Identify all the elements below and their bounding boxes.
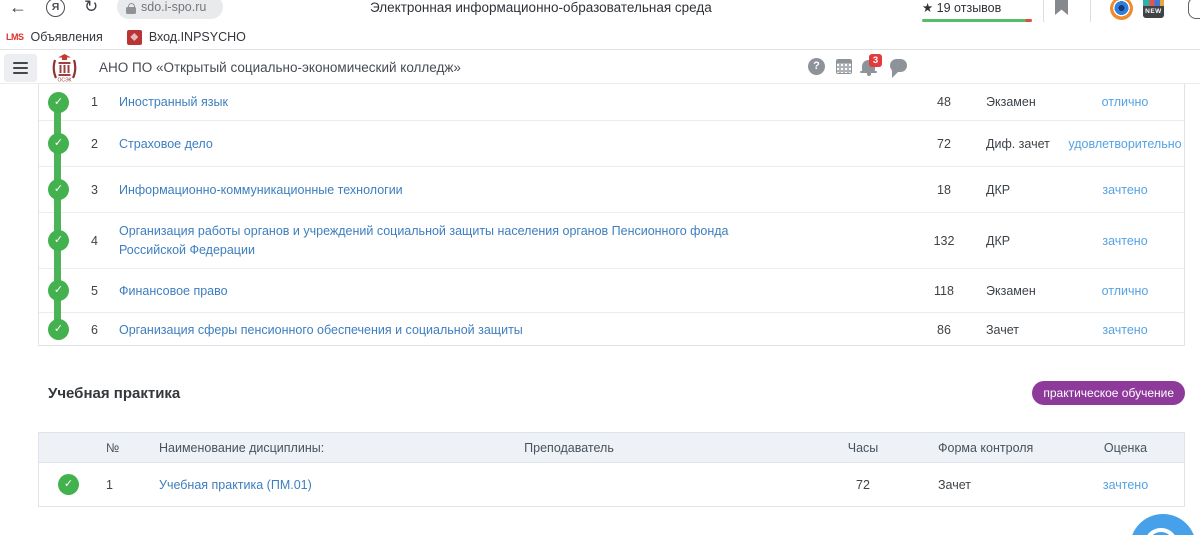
college-name: АНО ПО «Открытый социально-экономический… bbox=[99, 60, 461, 75]
toolbar-divider bbox=[1090, 0, 1091, 22]
bookmark-item-announcements[interactable]: LMS Объявления bbox=[6, 30, 103, 44]
practice-type-badge: практическое обучение bbox=[1032, 381, 1185, 405]
table-row: ✓ 6 Организация сферы пенсионного обеспе… bbox=[39, 312, 1184, 346]
completed-check-icon: ✓ bbox=[48, 179, 69, 200]
hours-value: 48 bbox=[909, 95, 979, 109]
discipline-link[interactable]: Организация сферы пенсионного обеспечени… bbox=[119, 323, 523, 337]
completed-check-icon: ✓ bbox=[48, 92, 69, 113]
hours-value: 86 bbox=[909, 323, 979, 337]
lock-icon bbox=[126, 3, 136, 14]
row-number: 6 bbox=[91, 323, 119, 337]
address-bar[interactable]: sdo.i-spo.ru bbox=[117, 0, 223, 19]
hours-value: 18 bbox=[909, 183, 979, 197]
reviews-rating-bar bbox=[922, 19, 1032, 22]
discipline-link[interactable]: Учебная практика (ПМ.01) bbox=[159, 478, 312, 492]
bookmark-label: Объявления bbox=[31, 30, 103, 44]
grade-link[interactable]: удовлетворительно bbox=[1068, 137, 1181, 151]
discipline-link[interactable]: Иностранный язык bbox=[119, 95, 228, 109]
completed-check-icon: ✓ bbox=[48, 230, 69, 251]
control-form: Диф. зачет bbox=[979, 137, 1064, 151]
control-form: Зачет bbox=[979, 323, 1064, 337]
discipline-link[interactable]: Организация работы органов и учреждений … bbox=[119, 222, 739, 258]
hand-icon[interactable] bbox=[1188, 0, 1200, 19]
header-discipline: Наименование дисциплины: bbox=[159, 441, 339, 455]
grade-link[interactable]: зачтено bbox=[1102, 323, 1147, 337]
grade-link[interactable]: зачтено bbox=[1102, 234, 1147, 248]
browser-toolbar: ← Я ↻ sdo.i-spo.ru Электронная информаци… bbox=[0, 0, 1200, 25]
reviews-label: ★ 19 отзывов bbox=[922, 0, 1032, 15]
inpsycho-favicon bbox=[127, 30, 142, 45]
site-header: ОСЭК АНО ПО «Открытый социально-экономич… bbox=[0, 50, 1200, 84]
calendar-icon[interactable] bbox=[836, 59, 852, 74]
grades-table: ✓ 1 Иностранный язык 48 Экзамен отлично … bbox=[38, 84, 1185, 346]
lms-favicon: LMS bbox=[6, 32, 24, 42]
completed-check-icon: ✓ bbox=[48, 133, 69, 154]
hours-value: 132 bbox=[909, 234, 979, 248]
header-grade: Оценка bbox=[1065, 441, 1186, 455]
grade-link[interactable]: отлично bbox=[1102, 95, 1149, 109]
control-form: Экзамен bbox=[979, 284, 1064, 298]
chat-bubble-icon bbox=[1144, 528, 1178, 535]
discipline-link[interactable]: Финансовое право bbox=[119, 284, 228, 298]
row-number: 1 bbox=[91, 95, 119, 109]
row-number: 4 bbox=[91, 234, 119, 248]
url-text: sdo.i-spo.ru bbox=[141, 0, 206, 14]
control-form: ДКР bbox=[979, 234, 1064, 248]
messages-icon[interactable] bbox=[890, 59, 907, 72]
table-row: ✓ 5 Финансовое право 118 Экзамен отлично bbox=[39, 268, 1184, 312]
screen: ← Я ↻ sdo.i-spo.ru Электронная информаци… bbox=[0, 0, 1200, 535]
extension-icon[interactable] bbox=[1110, 0, 1133, 20]
notifications-bell-icon[interactable]: 3 bbox=[860, 58, 884, 76]
completed-check-icon: ✓ bbox=[48, 319, 69, 340]
svg-text:ОСЭК: ОСЭК bbox=[58, 78, 72, 84]
header-num: № bbox=[99, 441, 159, 455]
row-number: 3 bbox=[91, 183, 119, 197]
menu-button[interactable] bbox=[4, 54, 37, 82]
completed-check-icon: ✓ bbox=[58, 474, 79, 495]
bookmarks-bar: LMS Объявления Вход.INPSYCHO bbox=[0, 25, 1200, 50]
control-form: Экзамен bbox=[979, 95, 1064, 109]
support-chat-button[interactable] bbox=[1130, 514, 1196, 535]
table-row: ✓ 2 Страховое дело 72 Диф. зачет удовлет… bbox=[39, 120, 1184, 166]
hours-value: 72 bbox=[799, 478, 927, 492]
control-form: Зачет bbox=[927, 478, 1065, 492]
hours-value: 118 bbox=[909, 284, 979, 298]
bookmark-icon[interactable] bbox=[1055, 0, 1068, 15]
grade-link[interactable]: зачтено bbox=[1102, 183, 1147, 197]
new-badge: NEW bbox=[1143, 6, 1164, 18]
table-row: ✓ 1 Учебная практика (ПМ.01) 72 Зачет за… bbox=[39, 463, 1184, 506]
site-reviews-button[interactable]: ★ 19 отзывов bbox=[922, 0, 1032, 22]
toolbar-divider bbox=[1043, 0, 1044, 22]
tab-title: Электронная информационно-образовательна… bbox=[370, 0, 712, 15]
notifications-count-badge: 3 bbox=[869, 54, 882, 67]
practice-table: № Наименование дисциплины: Преподаватель… bbox=[38, 432, 1185, 507]
discipline-link[interactable]: Страховое дело bbox=[119, 137, 213, 151]
section-title: Учебная практика bbox=[48, 385, 180, 402]
header-control-form: Форма контроля bbox=[927, 441, 1065, 455]
practice-section-header: Учебная практика практическое обучение bbox=[38, 378, 1185, 408]
table-header-row: № Наименование дисциплины: Преподаватель… bbox=[39, 433, 1184, 463]
college-logo: ОСЭК bbox=[51, 53, 78, 88]
header-hours: Часы bbox=[799, 441, 927, 455]
row-number: 2 bbox=[91, 137, 119, 151]
control-form: ДКР bbox=[979, 183, 1064, 197]
header-teacher: Преподаватель bbox=[339, 441, 799, 455]
refresh-icon[interactable]: ↻ bbox=[84, 0, 98, 17]
hours-value: 72 bbox=[909, 137, 979, 151]
row-number: 1 bbox=[99, 478, 159, 492]
grade-link[interactable]: зачтено bbox=[1103, 478, 1148, 492]
table-row: ✓ 1 Иностранный язык 48 Экзамен отлично bbox=[39, 84, 1184, 120]
discipline-link[interactable]: Информационно-коммуникационные технологи… bbox=[119, 183, 403, 197]
table-row: ✓ 4 Организация работы органов и учрежде… bbox=[39, 212, 1184, 268]
browser-menu-icon[interactable]: Я bbox=[46, 0, 65, 17]
row-number: 5 bbox=[91, 284, 119, 298]
bookmark-label: Вход.INPSYCHO bbox=[149, 30, 246, 44]
completed-check-icon: ✓ bbox=[48, 280, 69, 301]
extension-new-icon[interactable]: NEW bbox=[1143, 0, 1164, 18]
help-icon[interactable]: ? bbox=[808, 58, 825, 75]
grade-link[interactable]: отлично bbox=[1102, 284, 1149, 298]
table-row: ✓ 3 Информационно-коммуникационные техно… bbox=[39, 166, 1184, 212]
bookmark-item-inpsycho[interactable]: Вход.INPSYCHO bbox=[111, 30, 246, 45]
back-icon[interactable]: ← bbox=[9, 0, 27, 18]
